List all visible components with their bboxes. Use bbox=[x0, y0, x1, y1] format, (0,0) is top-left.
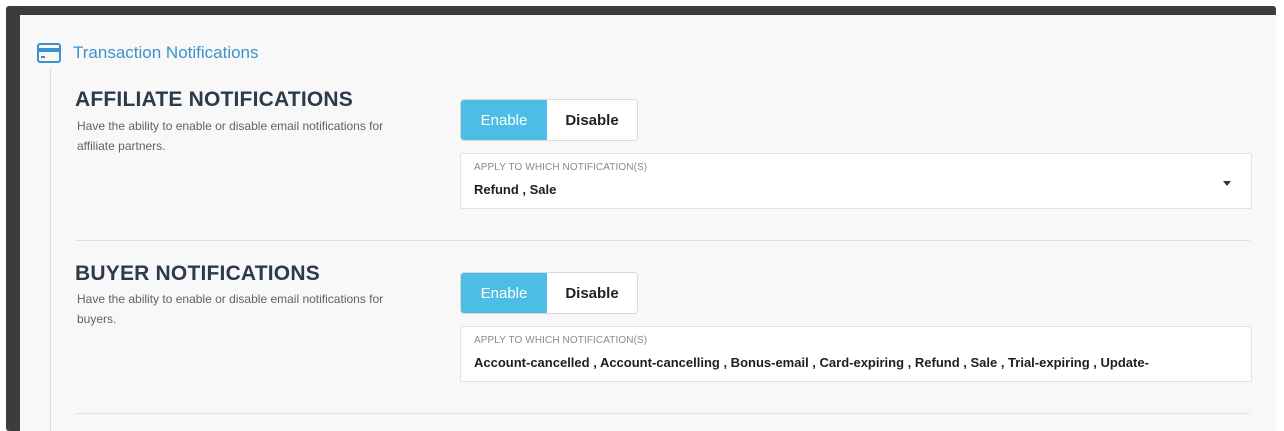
affiliate-notifications-description: Have the ability to enable or disable em… bbox=[77, 119, 384, 153]
credit-card-icon bbox=[37, 43, 61, 63]
affiliate-notifications-title: AFFILIATE NOTIFICATIONS bbox=[75, 88, 353, 111]
section-divider bbox=[75, 240, 1250, 241]
affiliate-enable-disable-toggle: Enable Disable bbox=[460, 99, 638, 141]
chevron-down-icon[interactable] bbox=[1223, 181, 1231, 186]
buyer-select-label: APPLY TO WHICH NOTIFICATION(S) bbox=[474, 335, 648, 346]
affiliate-enable-button[interactable]: Enable bbox=[461, 100, 547, 140]
buyer-notifications-description: Have the ability to enable or disable em… bbox=[77, 292, 384, 326]
section-divider bbox=[75, 413, 1250, 414]
panel-header: Transaction Notifications bbox=[37, 41, 259, 65]
affiliate-select-label: APPLY TO WHICH NOTIFICATION(S) bbox=[474, 162, 648, 173]
affiliate-disable-button[interactable]: Disable bbox=[547, 100, 637, 140]
transaction-notifications-panel: Transaction Notifications AFFILIATE NOTI… bbox=[20, 15, 1276, 431]
buyer-enable-button[interactable]: Enable bbox=[461, 273, 547, 313]
section-rail bbox=[50, 68, 51, 431]
buyer-notifications-select[interactable]: APPLY TO WHICH NOTIFICATION(S) Account-c… bbox=[460, 326, 1252, 382]
affiliate-select-value: Refund , Sale bbox=[474, 182, 557, 197]
buyer-disable-button[interactable]: Disable bbox=[547, 273, 637, 313]
buyer-select-value: Account-cancelled , Account-cancelling ,… bbox=[474, 355, 1149, 370]
buyer-notifications-title: BUYER NOTIFICATIONS bbox=[75, 262, 320, 285]
buyer-enable-disable-toggle: Enable Disable bbox=[460, 272, 638, 314]
affiliate-notifications-select[interactable]: APPLY TO WHICH NOTIFICATION(S) Refund , … bbox=[460, 153, 1252, 209]
panel-title: Transaction Notifications bbox=[73, 43, 259, 62]
